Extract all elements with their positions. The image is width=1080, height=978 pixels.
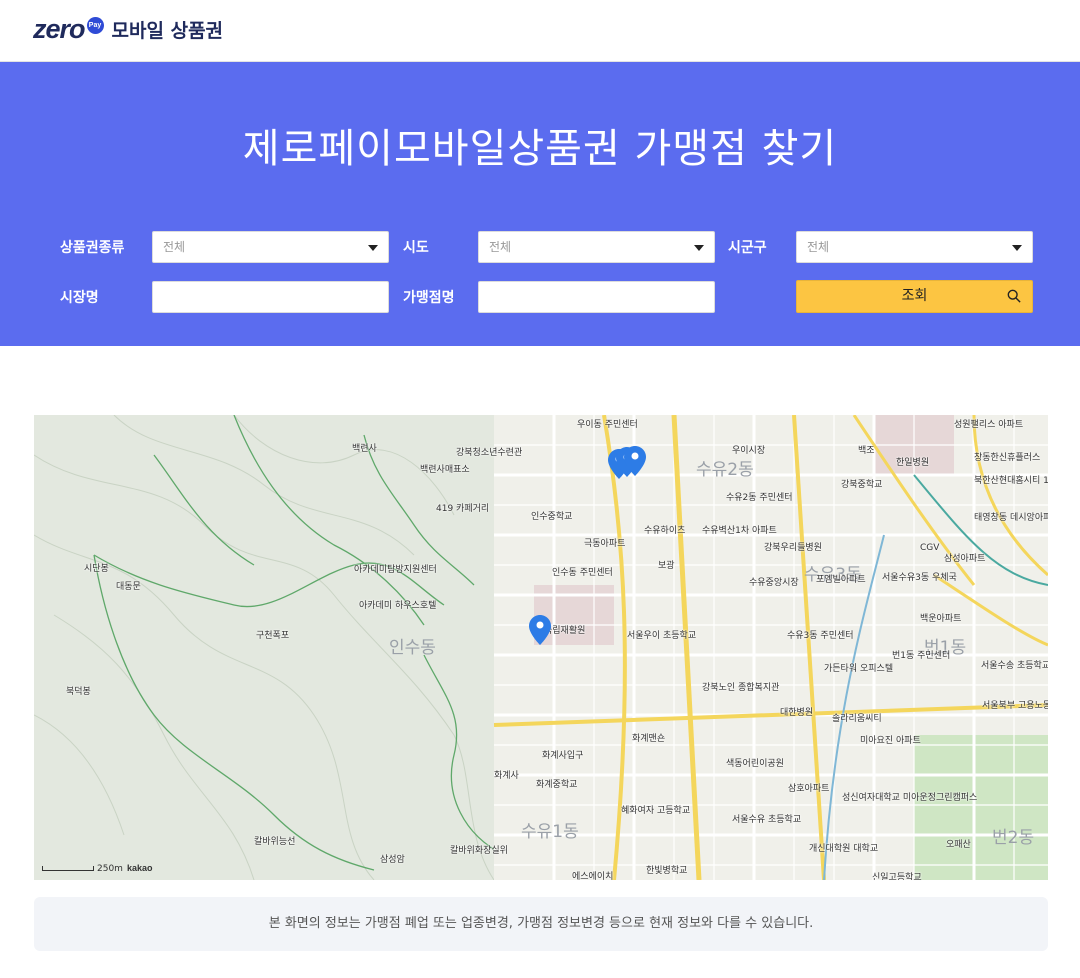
map-place-label: 서울우이 초등학교 [627,631,697,641]
map-place-label: 창동한신휴플러스 [974,453,1041,463]
search-icon [1007,289,1021,303]
map-place-label: 수유벽산1차 아파트 [702,526,777,536]
map-place-label: 삼성암 [380,855,405,865]
map-place-label: 강북청소년수련관 [456,448,523,458]
voucher-type-select[interactable]: 전체 [152,231,389,263]
map-place-label: 북한산현대홈시티 1단지오피스텔 [974,476,1048,486]
map-area-label: 수유2동 [696,460,754,480]
map-place-label: 우이동 주민센터 [577,420,638,430]
province-select[interactable]: 전체 [478,231,715,263]
kakao-logo[interactable]: kakao [127,863,153,873]
map-place-label: 북덕봉 [66,687,91,697]
logo-pay-badge: Pay [86,16,104,34]
map-place-label: 인수동 주민센터 [552,568,613,578]
map-scale: 250m kakao [42,863,152,874]
map-place-label: 대한병원 [780,708,814,718]
map-place-label: 삼성아파트 [944,554,986,564]
map-place-label: 미아요진 아파트 [860,736,921,746]
logo-word: zer [33,13,70,44]
market-label: 시장명 [60,290,99,306]
map-marker-icon[interactable] [529,615,551,645]
map-marker-icon[interactable] [624,446,646,476]
map-place-label: 아카데미 하우스호텔 [359,601,437,611]
map-place-label: 성신여자대학교 미아운정그린캠퍼스 [842,793,978,803]
store-map[interactable]: 인수동 수유2동 수유1동 번1동 번2동 수유3동 백련사 강북청소년수련관 … [34,415,1048,880]
map-place-label: 번1동 주민센터 [892,651,951,661]
map-place-label: 서울수송 초등학교 [981,661,1048,671]
market-input[interactable] [152,281,389,313]
map-area-label: 번2동 [992,828,1035,848]
map-place-label: 색동어린이공원 [726,759,784,769]
map-place-label: 보광 [658,561,675,571]
map-place-label: 수유2동 주민센터 [726,493,793,503]
search-panel: 제로페이모바일상품권 가맹점 찾기 상품권종류 전체 시도 전체 시군구 전체 … [0,62,1080,346]
map-place-label: 수유하이츠 [644,526,686,536]
map-place-label: 태영창동 데시앙아파트 [974,513,1048,523]
store-label: 가맹점명 [403,290,455,306]
map-place-label: 백련사 [352,444,377,454]
province-label: 시도 [403,240,429,256]
caret-down-icon [694,245,704,251]
voucher-type-label: 상품권종류 [60,240,125,256]
map-place-label: 서울수유3동 우체국 [882,573,957,583]
province-value: 전체 [489,240,512,254]
zeropay-logo[interactable]: zer o Pay 모바일 상품권 [33,12,223,46]
map-place-label: 화계맨숀 [632,734,666,744]
search-button[interactable]: 조회 [796,280,1033,313]
map-place-label: 신일고등학교 [872,873,922,880]
map-place-label: 가든타워 오피스텔 [824,664,894,674]
scale-bar [42,866,94,871]
map-place-label: 서울북부 고용노동지청 [982,701,1048,711]
district-value: 전체 [807,240,830,254]
map-place-label: 칼바위화장실위 [450,846,508,856]
map-area-label: 인수동 [389,638,436,658]
district-label: 시군구 [728,240,767,256]
map-place-label: 백운아파트 [920,614,962,624]
map-place-label: CGV [920,543,940,553]
map-place-label: 오패산 [946,840,971,850]
map-place-label: 서울수유 초등학교 [732,815,802,825]
map-place-label: 인수중학교 [531,512,573,522]
map-place-label: 우이시장 [732,446,766,456]
map-place-label: 백조 [858,446,875,456]
map-place-label: 아카데미탐방지원센터 [354,565,437,575]
top-header: zer o Pay 모바일 상품권 [0,0,1080,62]
page-title: 제로페이모바일상품권 가맹점 찾기 [242,126,838,172]
map-place-label: 칼바위능선 [254,837,296,847]
map-place-label: 성원팰리스 아파트 [954,420,1024,430]
district-select[interactable]: 전체 [796,231,1033,263]
map-place-label: 삼호아파트 [788,784,830,794]
caret-down-icon [1012,245,1022,251]
map-place-label: 강북중학교 [841,480,883,490]
map-place-label: 수유3동 주민센터 [787,631,854,641]
map-place-label: 강북노인 종합복지관 [702,683,780,693]
caret-down-icon [368,245,378,251]
map-place-label: 화계사 [494,771,519,781]
info-notice: 본 화면의 정보는 가맹점 폐업 또는 업종변경, 가맹점 정보변경 등으로 현… [34,897,1048,951]
map-place-label: 에스에이치 [572,872,614,880]
map-area-label: 수유1동 [521,822,579,842]
map-place-label: 백련사매표소 [420,465,470,475]
map-place-label: 화계중학교 [536,780,578,790]
map-place-label: 개신대학원 대학교 [809,844,879,854]
map-place-label: 시단봉 [84,564,109,574]
map-place-label: 포엠빌아파트 [816,575,866,585]
map-place-label: 대동문 [116,582,141,592]
map-place-label: 한일병원 [896,458,930,468]
map-place-label: 수유중앙시장 [749,578,799,588]
logo-title: 모바일 상품권 [111,19,224,42]
map-place-label: 한빛병학교 [646,866,688,876]
map-place-label: 극동아파트 [584,539,626,549]
scale-value: 250m [97,864,123,874]
map-place-label: 혜화여자 고등학교 [621,806,691,816]
logo-o: o [69,13,85,44]
map-place-label: 화계사입구 [542,751,584,761]
map-place-label: 강북우리들병원 [764,543,822,553]
map-place-label: 구천폭포 [256,631,290,641]
store-input[interactable] [478,281,715,313]
map-place-label: 솔라리움씨티 [832,714,882,724]
map-place-label: 419 카페거리 [436,504,490,514]
search-button-label: 조회 [901,288,928,304]
voucher-type-value: 전체 [163,240,186,254]
